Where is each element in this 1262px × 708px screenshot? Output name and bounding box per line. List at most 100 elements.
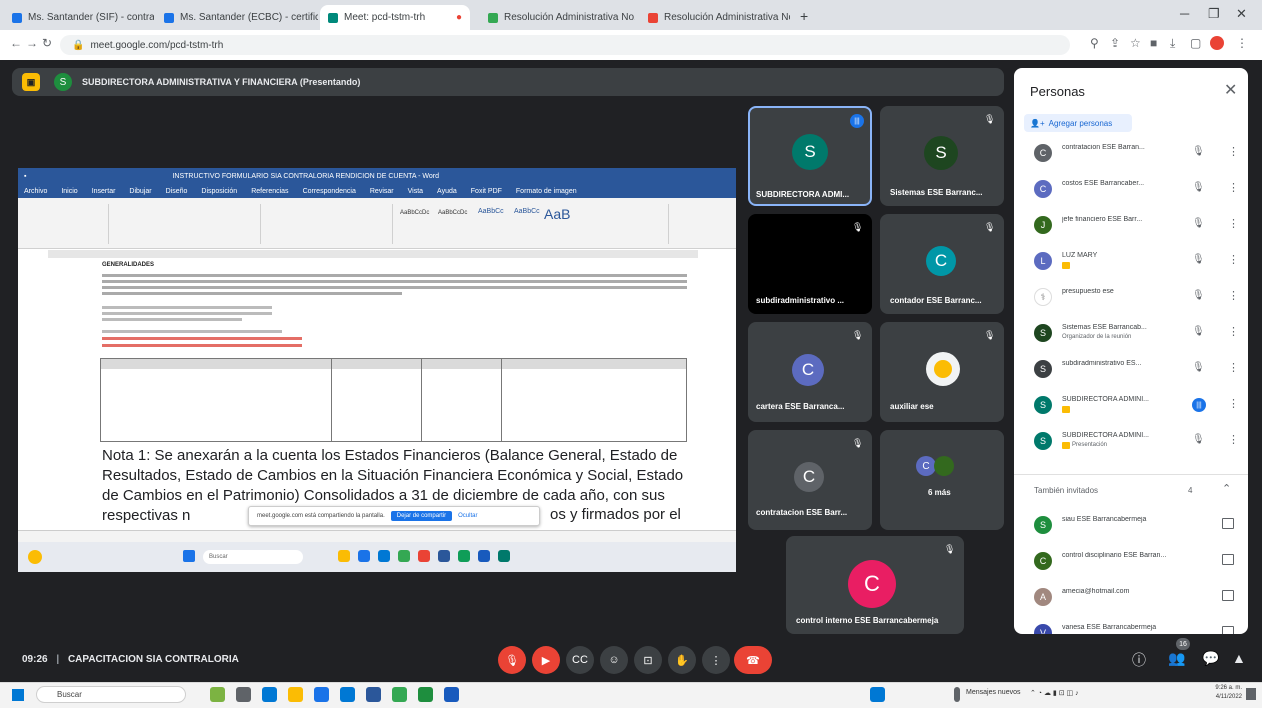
taskbar-widget-icon[interactable] xyxy=(210,687,225,702)
more-options-icon[interactable]: ⋮ xyxy=(1228,289,1239,302)
shared-screen: ▪ INSTRUCTIVO FORMULARIO SIA CONTRALORIA… xyxy=(18,168,736,572)
mic-toggle-button[interactable]: 🎙 xyxy=(498,646,526,674)
maximize-icon[interactable]: ❐ xyxy=(1208,6,1220,22)
message-icon[interactable] xyxy=(1222,518,1234,529)
windows-start-icon[interactable] xyxy=(12,689,24,701)
browser-tab[interactable]: Resolución Administrativa No...✕ xyxy=(480,5,635,30)
participant-tile[interactable]: C 🎙 control interno ESE Barrancabermeja xyxy=(786,536,964,634)
invited-row[interactable]: V vanesa ESE Barrancabermeja xyxy=(1014,616,1248,634)
profile-avatar[interactable] xyxy=(1210,36,1224,50)
people-icon[interactable]: 👥 xyxy=(1168,650,1185,667)
message-icon[interactable] xyxy=(1222,590,1234,601)
url-field[interactable]: 🔒 meet.google.com/pcd-tstm-trh xyxy=(60,35,1070,55)
more-options-icon[interactable]: ⋮ xyxy=(1228,181,1239,194)
tray-app-label[interactable]: Mensajes nuevos xyxy=(966,689,1020,696)
collapse-chevron-icon[interactable]: ⌃ xyxy=(1222,482,1231,495)
participant-tile[interactable]: C 🎙 contador ESE Barranc... xyxy=(880,214,1004,314)
sidepanel-icon[interactable]: ▢ xyxy=(1190,36,1201,50)
invited-row[interactable]: S siau ESE Barrancabermeja xyxy=(1014,508,1248,544)
participant-row[interactable]: C contratacion ESE Barran... 🎙 ⋮ xyxy=(1014,136,1248,172)
browser-tab-active[interactable]: Meet: pcd-tstm-trh ● xyxy=(320,5,470,30)
show-desktop-icon[interactable] xyxy=(1246,688,1256,700)
taskbar-app-icon[interactable] xyxy=(870,687,885,702)
camera-toggle-button[interactable]: ▶ xyxy=(532,646,560,674)
present-button[interactable]: ⊡ xyxy=(634,646,662,674)
add-people-button[interactable]: 👤+ Agregar personas xyxy=(1024,114,1132,132)
more-participants-tile[interactable]: C 6 más xyxy=(880,430,1004,530)
chat-icon[interactable]: 💬 xyxy=(1202,650,1219,667)
participant-row[interactable]: J jefe financiero ESE Barr... 🎙 ⋮ xyxy=(1014,208,1248,244)
more-options-icon[interactable]: ⋮ xyxy=(1228,253,1239,266)
participant-tile[interactable]: S 🎙 Sistemas ESE Barranc... xyxy=(880,106,1004,206)
participant-row[interactable]: C costos ESE Barrancaber... 🎙 ⋮ xyxy=(1014,172,1248,208)
message-icon[interactable] xyxy=(1222,554,1234,565)
menu-item: Referencias xyxy=(251,187,289,195)
mic-off-icon[interactable]: 🎙 xyxy=(1192,218,1205,229)
taskbar-search[interactable]: Buscar xyxy=(36,686,186,703)
share-icon[interactable]: ⇪ xyxy=(1110,36,1120,50)
emoji-button[interactable]: ☺ xyxy=(600,646,628,674)
participant-tile[interactable]: C 🎙 contratacion ESE Barr... xyxy=(748,430,872,530)
participant-tile[interactable]: 🎙 subdiradministrativo ... xyxy=(748,214,872,314)
mic-off-icon[interactable]: 🎙 xyxy=(1192,146,1205,157)
participant-row[interactable]: S subdiradministrativo ES... 🎙 ⋮ xyxy=(1014,352,1248,388)
invited-row[interactable]: C control disciplinario ESE Barran... xyxy=(1014,544,1248,580)
mail-icon[interactable] xyxy=(314,687,329,702)
chrome-icon[interactable] xyxy=(392,687,407,702)
new-tab-icon[interactable]: + xyxy=(800,8,808,24)
raise-hand-button[interactable]: ✋ xyxy=(668,646,696,674)
invited-row[interactable]: A amecia@hotmail.com xyxy=(1014,580,1248,616)
more-options-button[interactable]: ⋮ xyxy=(702,646,730,674)
more-options-icon[interactable]: ⋮ xyxy=(1228,145,1239,158)
info-icon[interactable]: ⓘ xyxy=(1132,650,1146,670)
tray-icons[interactable]: ⌃ ◔ ☁ ▮ ⊡ ◫ ♪ xyxy=(1030,689,1079,697)
more-options-icon[interactable]: ⋮ xyxy=(1228,433,1239,446)
participant-tile[interactable]: 🎙 auxiliar ese xyxy=(880,322,1004,422)
participant-row[interactable]: L LUZ MARY 🎙 ⋮ xyxy=(1014,244,1248,280)
extension-icon[interactable]: ■ xyxy=(1150,36,1157,50)
message-icon[interactable] xyxy=(1222,626,1234,634)
activities-icon[interactable]: ▲ xyxy=(1232,650,1246,666)
stop-sharing-button[interactable]: Dejar de compartir xyxy=(390,511,453,521)
participant-row[interactable]: ⚕ presupuesto ese 🎙 ⋮ xyxy=(1014,280,1248,316)
mic-off-icon[interactable]: 🎙 xyxy=(1192,326,1205,337)
word-icon[interactable] xyxy=(366,687,381,702)
minimize-icon[interactable]: ─ xyxy=(1180,6,1189,21)
taskbar-clock[interactable]: 9:26 a. m. 4/11/2022 xyxy=(1208,684,1242,702)
forward-icon[interactable]: → xyxy=(26,36,38,50)
file-explorer-icon[interactable] xyxy=(288,687,303,702)
more-options-icon[interactable]: ⋮ xyxy=(1228,217,1239,230)
participant-tile[interactable]: C 🎙 cartera ESE Barranca... xyxy=(748,322,872,422)
edge-icon[interactable] xyxy=(262,687,277,702)
browser-menu-icon[interactable]: ⋮ xyxy=(1236,36,1248,50)
mic-off-icon[interactable]: 🎙 xyxy=(1192,290,1205,301)
back-icon[interactable]: ← xyxy=(10,36,22,50)
location-icon[interactable]: ⚲ xyxy=(1090,36,1099,50)
more-options-icon[interactable]: ⋮ xyxy=(1228,325,1239,338)
mic-off-icon[interactable]: 🎙 xyxy=(1192,362,1205,373)
mic-off-icon[interactable]: 🎙 xyxy=(1192,182,1205,193)
reload-icon[interactable]: ↻ xyxy=(42,36,52,50)
outlook-icon[interactable] xyxy=(444,687,459,702)
mic-off-icon[interactable]: 🎙 xyxy=(1192,254,1205,265)
leave-call-button[interactable]: ☎ xyxy=(734,646,772,674)
browser-tab[interactable]: Ms. Santander (SIF) - contralor...✕ xyxy=(4,5,154,30)
participant-row[interactable]: S Sistemas ESE Barrancab... Organizador … xyxy=(1014,316,1248,352)
mic-off-icon[interactable]: 🎙 xyxy=(1192,434,1205,445)
store-icon[interactable] xyxy=(340,687,355,702)
star-icon[interactable]: ☆ xyxy=(1130,36,1141,50)
participant-tile[interactable]: S ||| SUBDIRECTORA ADMI... xyxy=(748,106,872,206)
excel-icon[interactable] xyxy=(418,687,433,702)
task-view-icon[interactable] xyxy=(236,687,251,702)
hide-banner-button[interactable]: Ocultar xyxy=(458,513,477,519)
more-options-icon[interactable]: ⋮ xyxy=(1228,361,1239,374)
participant-row[interactable]: S SUBDIRECTORA ADMINI... Presentación 🎙 … xyxy=(1014,424,1248,460)
captions-button[interactable]: CC xyxy=(566,646,594,674)
browser-tab[interactable]: Resolución Administrativa No...✕ xyxy=(640,5,790,30)
close-panel-icon[interactable]: ✕ xyxy=(1224,80,1237,100)
browser-tab[interactable]: Ms. Santander (ECBC) - certificado...✕ xyxy=(156,5,318,30)
download-icon[interactable]: ⤓ xyxy=(1170,36,1175,51)
more-options-icon[interactable]: ⋮ xyxy=(1228,397,1239,410)
close-window-icon[interactable]: ✕ xyxy=(1236,6,1247,22)
participant-row[interactable]: S SUBDIRECTORA ADMINI... ||| ⋮ xyxy=(1014,388,1248,424)
